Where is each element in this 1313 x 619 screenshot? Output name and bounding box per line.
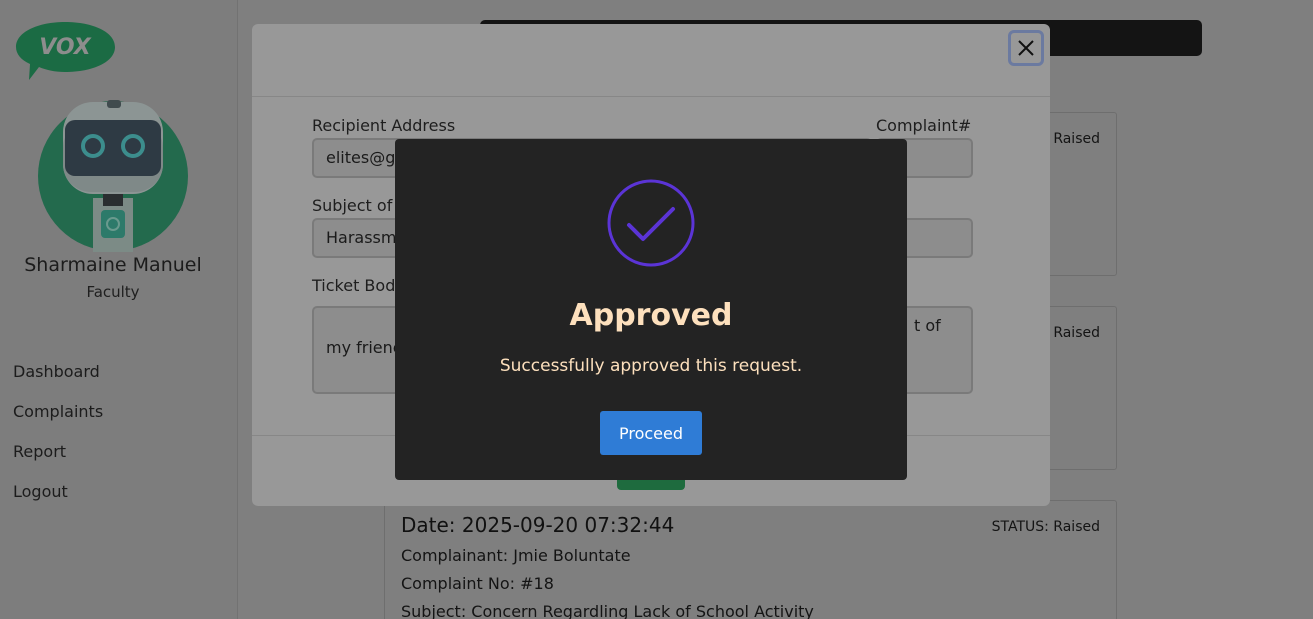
nav-dashboard[interactable]: Dashboard [13,362,103,402]
proceed-button[interactable]: Proceed [600,411,702,455]
complaint-card[interactable]: STATUS: Raised Date: 2025-09-20 07:32:44… [384,500,1117,619]
ticket-body-text-tail: t of [914,316,941,335]
modal-header-divider [252,96,1050,97]
complaint-subject: Subject: Concern Regardling Lack of Scho… [401,602,814,619]
vox-logo[interactable]: VOX [15,20,117,82]
sidebar-nav: Dashboard Complaints Report Logout [13,362,103,522]
status-badge: Raised [1053,131,1100,147]
success-alert: Approved Successfully approved this requ… [395,139,907,480]
svg-text:VOX: VOX [39,35,92,60]
ticket-body-text: my frienc [326,338,402,357]
complainant: Complainant: Jmie Boluntate [401,546,631,565]
alert-title: Approved [569,298,733,333]
subject-label: Subject of [312,196,393,215]
alert-message: Successfully approved this request. [499,356,803,376]
user-role: Faculty [86,283,140,301]
complaint-date: Date: 2025-09-20 07:32:44 [401,513,675,537]
status-badge: Raised [1053,325,1100,341]
checkmark-circle-icon [607,179,695,267]
complaint-number-label: Complaint# [876,116,972,135]
nav-complaints[interactable]: Complaints [13,402,103,442]
recipient-label: Recipient Address [312,116,456,135]
complaint-number: Complaint No: #18 [401,574,554,593]
ticket-body-label: Ticket Body [312,276,405,295]
close-icon [1018,40,1034,56]
nav-logout[interactable]: Logout [13,482,103,522]
sidebar: VOX Sharmaine Manuel Faculty Dashboard C… [0,0,238,619]
avatar [37,100,189,252]
status-badge: STATUS: Raised [991,519,1100,535]
close-button[interactable] [1008,30,1044,66]
user-name: Sharmaine Manuel [24,254,202,276]
nav-report[interactable]: Report [13,442,103,482]
